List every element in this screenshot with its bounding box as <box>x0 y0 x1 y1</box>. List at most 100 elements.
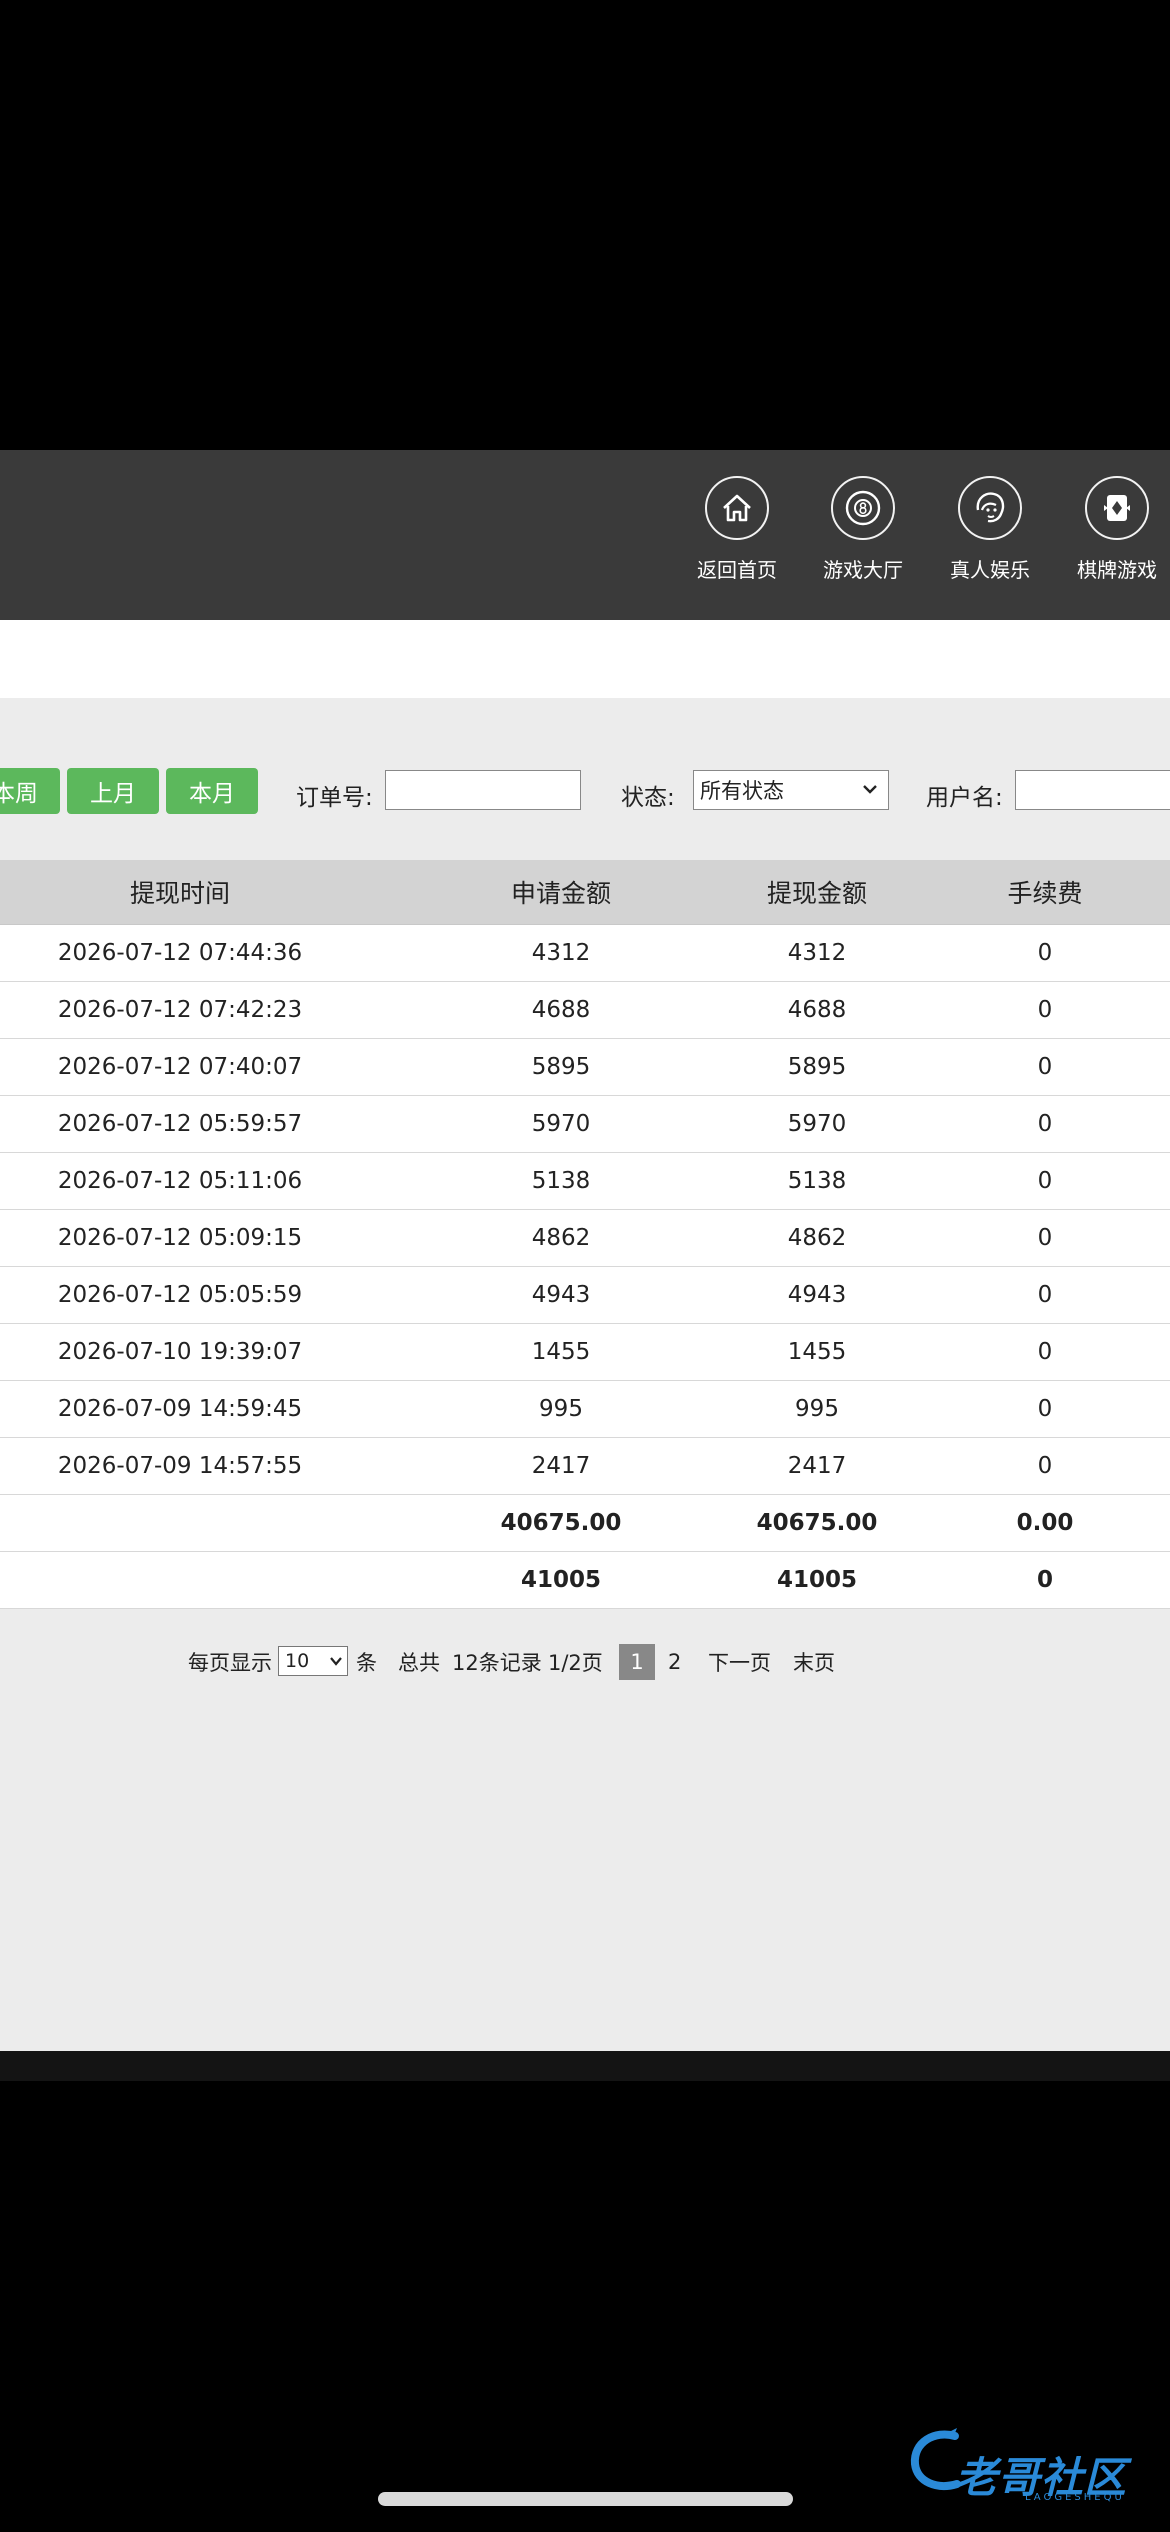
record-count: 12条记录 <box>452 1651 542 1675</box>
table-cell: 4688 <box>531 997 591 1023</box>
order-number-label: 订单号: <box>296 785 373 811</box>
table-cell: 4943 <box>787 1282 847 1308</box>
page-1-button[interactable]: 1 <box>619 1644 655 1680</box>
table-cell: 5138 <box>531 1168 591 1194</box>
table-cell: 0 <box>1037 997 1053 1023</box>
table-cell: 2417 <box>531 1453 591 1479</box>
table-cell: 0 <box>1037 1225 1053 1251</box>
last-page-link[interactable]: 末页 <box>793 1644 835 1680</box>
total-row: 41005 41005 0 <box>0 1552 1170 1609</box>
per-page-unit: 条 <box>356 1651 377 1675</box>
table-row: 2026-07-12 07:42:23 4688 4688 0 <box>0 982 1170 1039</box>
table-cell: 4943 <box>531 1282 591 1308</box>
nav-label: 棋牌游戏 <box>1077 558 1157 582</box>
table-cell: 2026-07-09 14:57:55 <box>57 1453 303 1479</box>
table-cell: 2417 <box>787 1453 847 1479</box>
total-cell <box>0 1552 360 1608</box>
total-cell: 41005 <box>520 1567 602 1593</box>
status-label: 状态: <box>621 785 675 811</box>
page-info: 1/2页 <box>548 1651 603 1675</box>
watermark-subtext: LAOGESHEQU <box>1025 2492 1125 2503</box>
top-nav-bar: 返回首页 游戏大厅 真人娱乐 棋牌游戏 <box>0 450 1170 620</box>
table-cell: 2026-07-09 14:59:45 <box>57 1396 303 1422</box>
table-cell: 0 <box>1037 1396 1053 1422</box>
header-withdraw-amount: 提现金额 <box>766 879 867 908</box>
total-cell: 0 <box>1036 1567 1053 1593</box>
table-cell: 4312 <box>531 940 591 966</box>
table-cell: 2026-07-12 07:40:07 <box>57 1054 303 1080</box>
this-week-button[interactable]: 本周 <box>0 768 60 814</box>
chevron-down-icon <box>863 785 877 794</box>
table-cell: 2026-07-12 07:44:36 <box>57 940 303 966</box>
subtotal-cell <box>0 1495 360 1551</box>
table-row: 2026-07-12 07:40:07 5895 5895 0 <box>0 1039 1170 1096</box>
username-label: 用户名: <box>926 785 1003 811</box>
table-row: 2026-07-12 07:44:36 4312 4312 0 <box>0 925 1170 982</box>
table-header: 提现时间 申请金额 提现金额 手续费 <box>0 860 1170 925</box>
table-cell: 0 <box>1037 1054 1053 1080</box>
main-content: 本周 上月 本月 订单号: 状态: 所有状态 用户名: 提现时间 申请金额 提现… <box>0 698 1170 2051</box>
home-icon <box>705 476 769 540</box>
nav-label: 返回首页 <box>697 558 777 582</box>
nav-live-casino[interactable]: 真人娱乐 <box>930 476 1050 583</box>
per-page-value: 10 <box>285 1650 310 1672</box>
table-cell: 2026-07-12 07:42:23 <box>57 997 303 1023</box>
table-row: 2026-07-09 14:59:45 995 995 0 <box>0 1381 1170 1438</box>
per-page-label: 每页显示 <box>188 1651 272 1675</box>
header-applied-amount: 申请金额 <box>510 879 611 908</box>
nav-game-hall[interactable]: 游戏大厅 <box>803 476 923 583</box>
filter-bar: 本周 上月 本月 订单号: 状态: 所有状态 用户名: <box>0 760 1170 816</box>
this-month-button[interactable]: 本月 <box>166 768 258 814</box>
table-cell: 2026-07-12 05:11:06 <box>57 1168 303 1194</box>
username-input[interactable] <box>1015 770 1170 810</box>
withdrawal-table: 提现时间 申请金额 提现金额 手续费 2026-07-12 07:44:36 43… <box>0 860 1170 1609</box>
last-month-button[interactable]: 上月 <box>67 768 159 814</box>
table-cell: 2026-07-12 05:05:59 <box>57 1282 303 1308</box>
table-cell: 0 <box>1037 1168 1053 1194</box>
table-cell: 5970 <box>787 1111 847 1137</box>
page-2-link[interactable]: 2 <box>668 1644 681 1680</box>
chevron-down-icon <box>330 1657 342 1666</box>
table-cell: 0 <box>1037 940 1053 966</box>
total-cell: 41005 <box>776 1567 858 1593</box>
table-body: 2026-07-12 07:44:36 4312 4312 0 2026-07-12 0… <box>0 925 1170 1495</box>
table-cell: 5138 <box>787 1168 847 1194</box>
table-cell: 0 <box>1037 1282 1053 1308</box>
status-select[interactable]: 所有状态 <box>693 770 889 810</box>
table-cell: 5895 <box>787 1054 847 1080</box>
subtotal-cell: 40675.00 <box>756 1510 878 1536</box>
table-cell: 4862 <box>531 1225 591 1251</box>
playing-card-icon <box>1085 476 1149 540</box>
next-page-link[interactable]: 下一页 <box>708 1644 771 1680</box>
bottom-strip <box>0 2051 1170 2081</box>
table-row: 2026-07-12 05:11:06 5138 5138 0 <box>0 1153 1170 1210</box>
table-cell: 0 <box>1037 1453 1053 1479</box>
table-cell: 0 <box>1037 1111 1053 1137</box>
table-cell: 995 <box>795 1396 839 1422</box>
table-cell: 4312 <box>787 940 847 966</box>
header-withdraw-time: 提现时间 <box>129 879 230 908</box>
nav-label: 游戏大厅 <box>823 558 903 582</box>
screen: 返回首页 游戏大厅 真人娱乐 棋牌游戏 本周 上月 本月 订单号: 状态: 所有… <box>0 0 1170 2532</box>
table-cell: 4688 <box>787 997 847 1023</box>
table-cell: 4862 <box>787 1225 847 1251</box>
table-row: 2026-07-09 14:57:55 2417 2417 0 <box>0 1438 1170 1495</box>
home-indicator[interactable] <box>378 2492 793 2506</box>
total-label: 总共 <box>398 1651 440 1675</box>
pagination: 每页显示 10 条 总共 12条记录 1/2页 1 2 下一页 末页 <box>0 1644 1170 1684</box>
order-number-input[interactable] <box>385 770 581 810</box>
subtotal-cell: 0.00 <box>1016 1510 1074 1536</box>
table-row: 2026-07-12 05:09:15 4862 4862 0 <box>0 1210 1170 1267</box>
nav-home[interactable]: 返回首页 <box>677 476 797 583</box>
watermark-logo: 老哥社区 LAOGESHEQU <box>905 2420 1170 2510</box>
table-cell: 2026-07-12 05:09:15 <box>57 1225 303 1251</box>
table-cell: 1455 <box>787 1339 847 1365</box>
nav-card-games[interactable]: 棋牌游戏 <box>1057 476 1170 583</box>
table-cell: 2026-07-10 19:39:07 <box>57 1339 303 1365</box>
table-cell: 2026-07-12 05:59:57 <box>57 1111 303 1137</box>
header-fee: 手续费 <box>1007 879 1083 908</box>
header-spacer <box>0 620 1170 698</box>
per-page-select[interactable]: 10 <box>278 1646 348 1676</box>
table-cell: 995 <box>539 1396 583 1422</box>
status-select-value: 所有状态 <box>700 779 784 803</box>
